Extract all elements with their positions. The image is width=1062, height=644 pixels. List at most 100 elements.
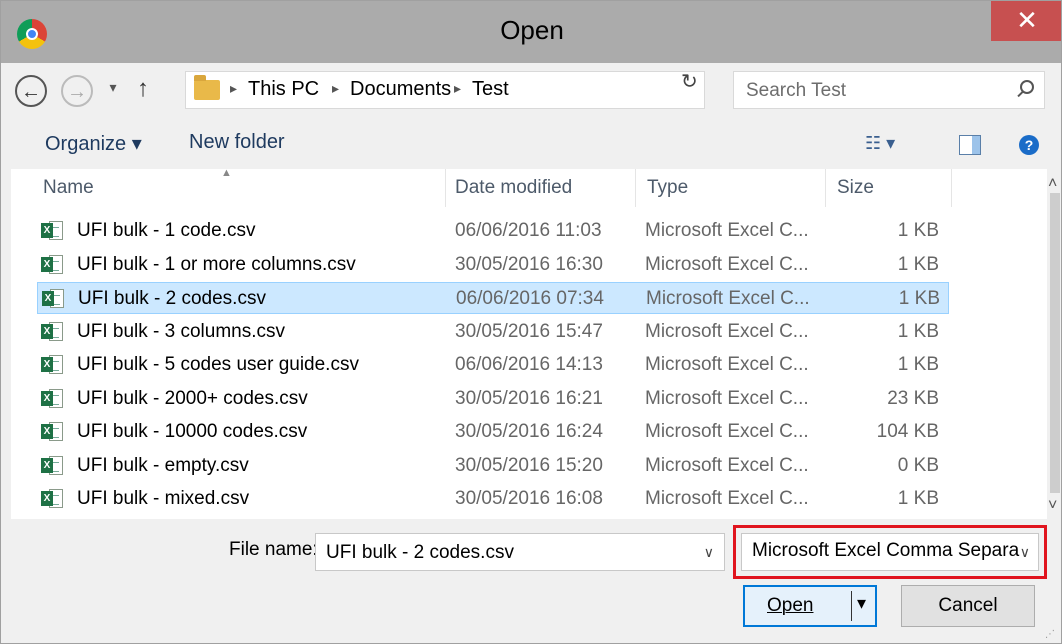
cancel-button[interactable]: Cancel	[901, 585, 1035, 627]
file-row[interactable]: X UFI bulk - empty.csv 30/05/2016 15:20 Mic…	[37, 450, 949, 482]
file-type: Microsoft Excel C...	[645, 387, 809, 409]
file-row[interactable]: X UFI bulk - 5 codes user guide.csv 06/06/…	[37, 349, 949, 381]
breadcrumb-separator[interactable]: ▸	[230, 80, 237, 97]
excel-csv-icon: X	[41, 355, 65, 375]
column-header-date[interactable]: Date modified	[455, 177, 572, 199]
red-highlight-box	[733, 525, 1047, 579]
breadcrumb-separator[interactable]: ▸	[454, 80, 461, 97]
organize-button[interactable]: Organize ▾	[45, 131, 142, 156]
file-name: UFI bulk - 5 codes user guide.csv	[77, 354, 359, 375]
window-title: Open	[500, 15, 564, 45]
open-dropdown-icon[interactable]: ▾	[857, 593, 866, 614]
file-name: UFI bulk - 2 codes.csv	[78, 288, 266, 309]
file-date-modified: 30/05/2016 16:24	[455, 421, 603, 442]
search-icon[interactable]	[1020, 80, 1034, 94]
file-name: UFI bulk - 1 code.csv	[77, 220, 256, 241]
forward-icon[interactable]: →	[61, 75, 93, 107]
file-date-modified: 30/05/2016 16:21	[455, 387, 603, 409]
new-folder-button[interactable]: New folder	[189, 131, 285, 154]
file-row[interactable]: X UFI bulk - mixed.csv 30/05/2016 16:08 Mic…	[37, 483, 949, 515]
file-name-label: File name:	[229, 539, 318, 560]
scroll-down-icon[interactable]: ˅	[1048, 497, 1057, 515]
back-icon[interactable]: ←	[15, 75, 47, 107]
file-type: Microsoft Excel C...	[645, 354, 809, 375]
column-header-size[interactable]: Size	[837, 177, 874, 199]
close-button[interactable]: ✕	[991, 1, 1061, 41]
file-row[interactable]: X UFI bulk - 2000+ codes.csv 30/05/2016 16…	[37, 383, 949, 415]
file-row[interactable]: X UFI bulk - 3 columns.csv 30/05/2016 15:4…	[37, 316, 949, 348]
breadcrumb-separator[interactable]: ▸	[332, 80, 339, 97]
refresh-icon[interactable]: ↻	[681, 69, 698, 94]
dialog-footer: File name: ∨ Microsoft Excel Comma Separ…	[1, 519, 1061, 643]
excel-csv-icon: X	[42, 289, 66, 309]
up-icon[interactable]: ↑	[131, 75, 155, 103]
file-row[interactable]: X UFI bulk - 1 or more columns.csv 30/05/2…	[37, 249, 949, 281]
file-type: Microsoft Excel C...	[646, 288, 810, 309]
file-date-modified: 30/05/2016 16:30	[455, 253, 603, 275]
file-size: 23 KB	[887, 387, 939, 409]
file-type: Microsoft Excel C...	[645, 253, 809, 275]
file-type: Microsoft Excel C...	[645, 488, 809, 509]
column-header-type[interactable]: Type	[647, 177, 688, 199]
file-name-combobox[interactable]: ∨	[315, 533, 725, 571]
file-type: Microsoft Excel C...	[645, 320, 809, 342]
change-view-icon[interactable]: ☷ ▾	[865, 133, 895, 154]
excel-csv-icon: X	[41, 321, 65, 342]
column-header-row: ▲ Name Date modified Type Size	[11, 169, 1047, 207]
file-size: 1 KB	[897, 354, 939, 375]
open-button-label: Open	[767, 595, 814, 616]
file-date-modified: 06/06/2016 14:13	[455, 354, 603, 375]
folder-icon	[194, 75, 220, 100]
sort-ascending-icon: ▲	[221, 169, 232, 179]
file-name: UFI bulk - 3 columns.csv	[77, 320, 285, 342]
file-date-modified: 30/05/2016 15:20	[455, 454, 603, 476]
excel-csv-icon: X	[41, 388, 65, 409]
file-name: UFI bulk - 10000 codes.csv	[77, 421, 308, 442]
file-name: UFI bulk - empty.csv	[77, 454, 249, 476]
file-date-modified: 30/05/2016 16:08	[455, 488, 603, 509]
open-dialog: Open ✕ ← → ▾ ↑ ▸ This PC ▸ Documents ▸ T…	[0, 0, 1062, 644]
file-type: Microsoft Excel C...	[645, 220, 809, 241]
file-name: UFI bulk - 2000+ codes.csv	[77, 387, 308, 409]
file-size: 1 KB	[898, 288, 940, 309]
scroll-up-icon[interactable]: ˄	[1048, 175, 1057, 193]
file-date-modified: 30/05/2016 15:47	[455, 320, 603, 342]
excel-csv-icon: X	[41, 254, 65, 275]
file-name: UFI bulk - 1 or more columns.csv	[77, 253, 356, 275]
preview-pane-icon[interactable]	[959, 135, 981, 155]
file-date-modified: 06/06/2016 11:03	[455, 220, 602, 241]
excel-csv-icon: X	[41, 489, 65, 509]
excel-csv-icon: X	[41, 455, 65, 476]
file-date-modified: 06/06/2016 07:34	[456, 288, 604, 309]
help-icon[interactable]: ?	[1019, 135, 1039, 155]
breadcrumb-test[interactable]: Test	[472, 78, 509, 101]
address-bar[interactable]: ▸ This PC ▸ Documents ▸ Test ∨	[185, 71, 850, 109]
file-type: Microsoft Excel C...	[645, 454, 809, 476]
file-row[interactable]: X UFI bulk - 2 codes.csv 06/06/2016 07:34 M…	[37, 282, 949, 314]
column-header-name[interactable]: Name	[43, 177, 94, 199]
file-row[interactable]: X UFI bulk - 1 code.csv 06/06/2016 11:03 Mi…	[37, 215, 949, 247]
file-row[interactable]: X UFI bulk - 10000 codes.csv 30/05/2016 16…	[37, 416, 949, 448]
open-button[interactable]: Open ▾	[743, 585, 877, 627]
scroll-thumb[interactable]	[1050, 193, 1060, 493]
file-size: 104 KB	[876, 421, 939, 442]
navigation-bar: ← → ▾ ↑ ▸ This PC ▸ Documents ▸ Test ∨ ↻	[1, 63, 1061, 123]
title-bar[interactable]: Open ✕	[1, 1, 1061, 63]
excel-csv-icon: X	[41, 221, 65, 241]
resize-grip-icon[interactable]: ⋰	[1045, 629, 1055, 640]
search-box[interactable]	[733, 71, 1045, 109]
file-name-input[interactable]	[324, 540, 688, 566]
vertical-scrollbar[interactable]: ˄ ˅	[1047, 169, 1061, 519]
search-input[interactable]	[744, 78, 998, 104]
file-name-dropdown-icon[interactable]: ∨	[704, 544, 714, 561]
file-type: Microsoft Excel C...	[645, 421, 809, 442]
file-size: 1 KB	[897, 220, 939, 241]
file-size: 1 KB	[897, 253, 939, 275]
file-size: 1 KB	[897, 320, 939, 342]
file-size: 1 KB	[897, 488, 939, 509]
breadcrumb-documents[interactable]: Documents	[350, 78, 451, 101]
breadcrumb-this-pc[interactable]: This PC	[248, 78, 319, 101]
recent-locations-icon[interactable]: ▾	[101, 79, 125, 96]
file-name: UFI bulk - mixed.csv	[77, 488, 250, 509]
file-list[interactable]: ▲ Name Date modified Type Size X UFI bulk…	[11, 169, 1047, 519]
